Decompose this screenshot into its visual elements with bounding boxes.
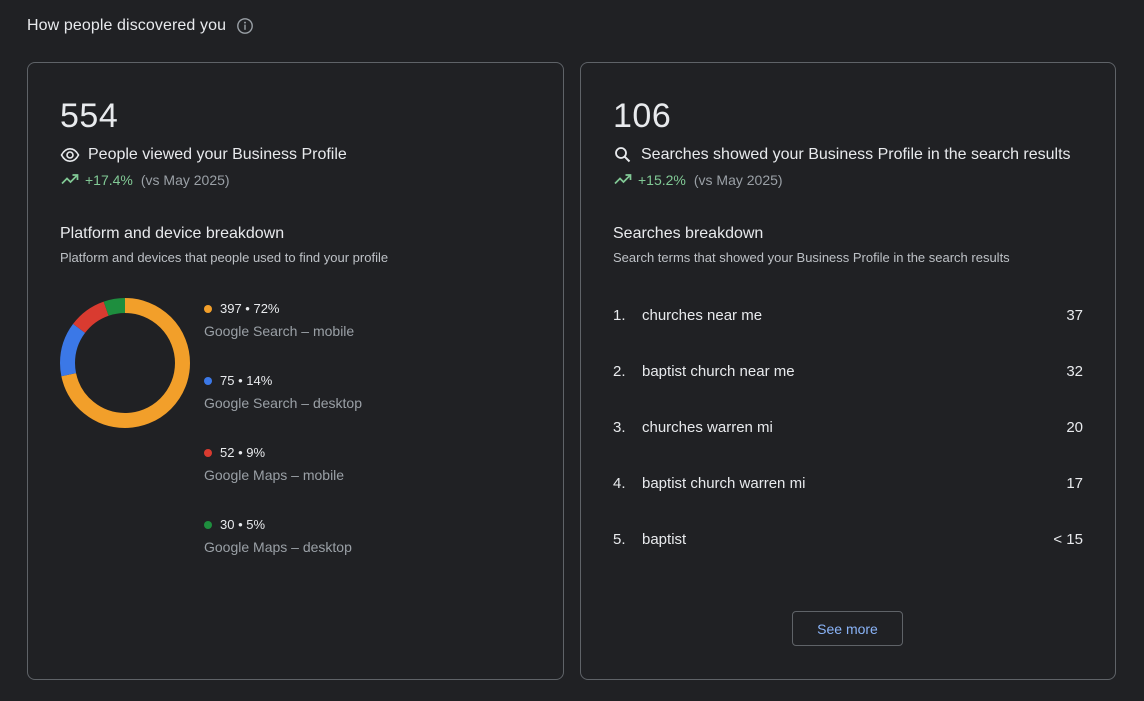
legend-stat: 397 • 72% [220,301,280,316]
search-count: 37 [1066,307,1083,324]
search-rank: 2. [613,363,626,380]
searches-count: 106 [613,97,672,135]
searches-trend: +15.2% (vs May 2025) [614,172,783,188]
search-rank: 5. [613,531,626,548]
legend-item: 52 • 9% Google Maps – mobile [204,445,362,517]
searches-label: Searches showed your Business Profile in… [641,146,1071,163]
searches-breakdown-title: Searches breakdown [613,225,764,242]
discovery-page: How people discovered you 554 People vie… [0,0,1144,701]
search-rank: 1. [613,307,626,324]
profile-views-card: 554 People viewed your Business Profile … [27,62,564,680]
legend-item: 30 • 5% Google Maps – desktop [204,517,362,589]
search-icon [613,145,633,165]
section-header: How people discovered you [27,14,254,38]
search-term: churches near me [642,307,763,324]
search-terms-list: 1. churches near me 37 2. baptist church… [613,307,1083,587]
info-icon[interactable] [236,17,254,35]
list-item: 5. baptist < 15 [613,531,1083,587]
breakdown-title: Platform and device breakdown [60,225,285,242]
searches-breakdown-description: Search terms that showed your Business P… [613,250,1010,265]
eye-icon [60,145,80,165]
search-count: 17 [1066,475,1083,492]
legend-stat: 30 • 5% [220,517,266,532]
breakdown-description: Platform and devices that people used to… [60,250,389,265]
searches-card: 106 Searches showed your Business Profil… [580,62,1116,680]
legend-label: Google Maps – mobile [204,467,345,483]
see-more-button[interactable]: See more [792,611,903,646]
platform-donut-chart [60,298,190,428]
legend-stat: 75 • 14% [220,373,273,388]
trending-up-icon [61,172,79,188]
list-item: 3. churches warren mi 20 [613,419,1083,475]
legend-dot [204,304,212,313]
platform-legend: 397 • 72% Google Search – mobile 75 • 14… [204,301,362,589]
search-term: churches warren mi [642,419,773,436]
legend-label: Google Maps – desktop [204,539,352,555]
search-term: baptist church near me [642,363,795,380]
list-item: 1. churches near me 37 [613,307,1083,363]
legend-item: 397 • 72% Google Search – mobile [204,301,362,373]
legend-label: Google Search – desktop [204,395,362,411]
search-rank: 3. [613,419,626,436]
list-item: 2. baptist church near me 32 [613,363,1083,419]
section-title: How people discovered you [27,17,227,34]
trend-percent: +15.2% [638,172,686,188]
search-rank: 4. [613,475,626,492]
profile-views-count: 554 [60,97,119,135]
searches-metric: Searches showed your Business Profile in… [613,145,1071,165]
search-count: 32 [1066,363,1083,380]
search-count: < 15 [1053,531,1083,548]
profile-views-label: People viewed your Business Profile [88,146,347,163]
search-term: baptist church warren mi [642,475,806,492]
profile-views-trend: +17.4% (vs May 2025) [61,172,230,188]
search-term: baptist [642,531,687,548]
list-item: 4. baptist church warren mi 17 [613,475,1083,531]
search-count: 20 [1066,419,1083,436]
legend-label: Google Search – mobile [204,323,355,339]
legend-dot [204,448,212,457]
legend-dot [204,520,212,529]
trending-up-icon [614,172,632,188]
trend-percent: +17.4% [85,172,133,188]
legend-stat: 52 • 9% [220,445,266,460]
profile-views-metric: People viewed your Business Profile [60,145,347,165]
legend-dot [204,376,212,385]
trend-comparison: (vs May 2025) [693,172,783,188]
legend-item: 75 • 14% Google Search – desktop [204,373,362,445]
trend-comparison: (vs May 2025) [140,172,230,188]
